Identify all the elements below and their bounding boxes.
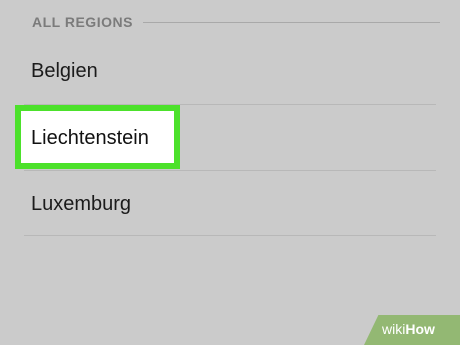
section-title: ALL REGIONS <box>32 14 133 30</box>
region-label: Luxemburg <box>31 193 132 215</box>
region-item-belgien[interactable]: Belgien <box>0 38 460 104</box>
region-label: Belgien <box>31 60 98 82</box>
section-divider <box>142 21 440 23</box>
region-item-luxemburg[interactable]: Luxemburg <box>0 171 460 237</box>
wikihow-watermark: wikiHow <box>364 315 460 345</box>
watermark-part2: How <box>405 321 435 337</box>
list-divider <box>24 235 436 236</box>
region-label: Liechtenstein <box>31 127 149 149</box>
section-header: ALL REGIONS <box>32 12 440 32</box>
watermark-part1: wiki <box>382 321 406 337</box>
region-item-liechtenstein[interactable]: Liechtenstein <box>0 105 460 171</box>
watermark-text: wikiHow <box>382 321 435 337</box>
